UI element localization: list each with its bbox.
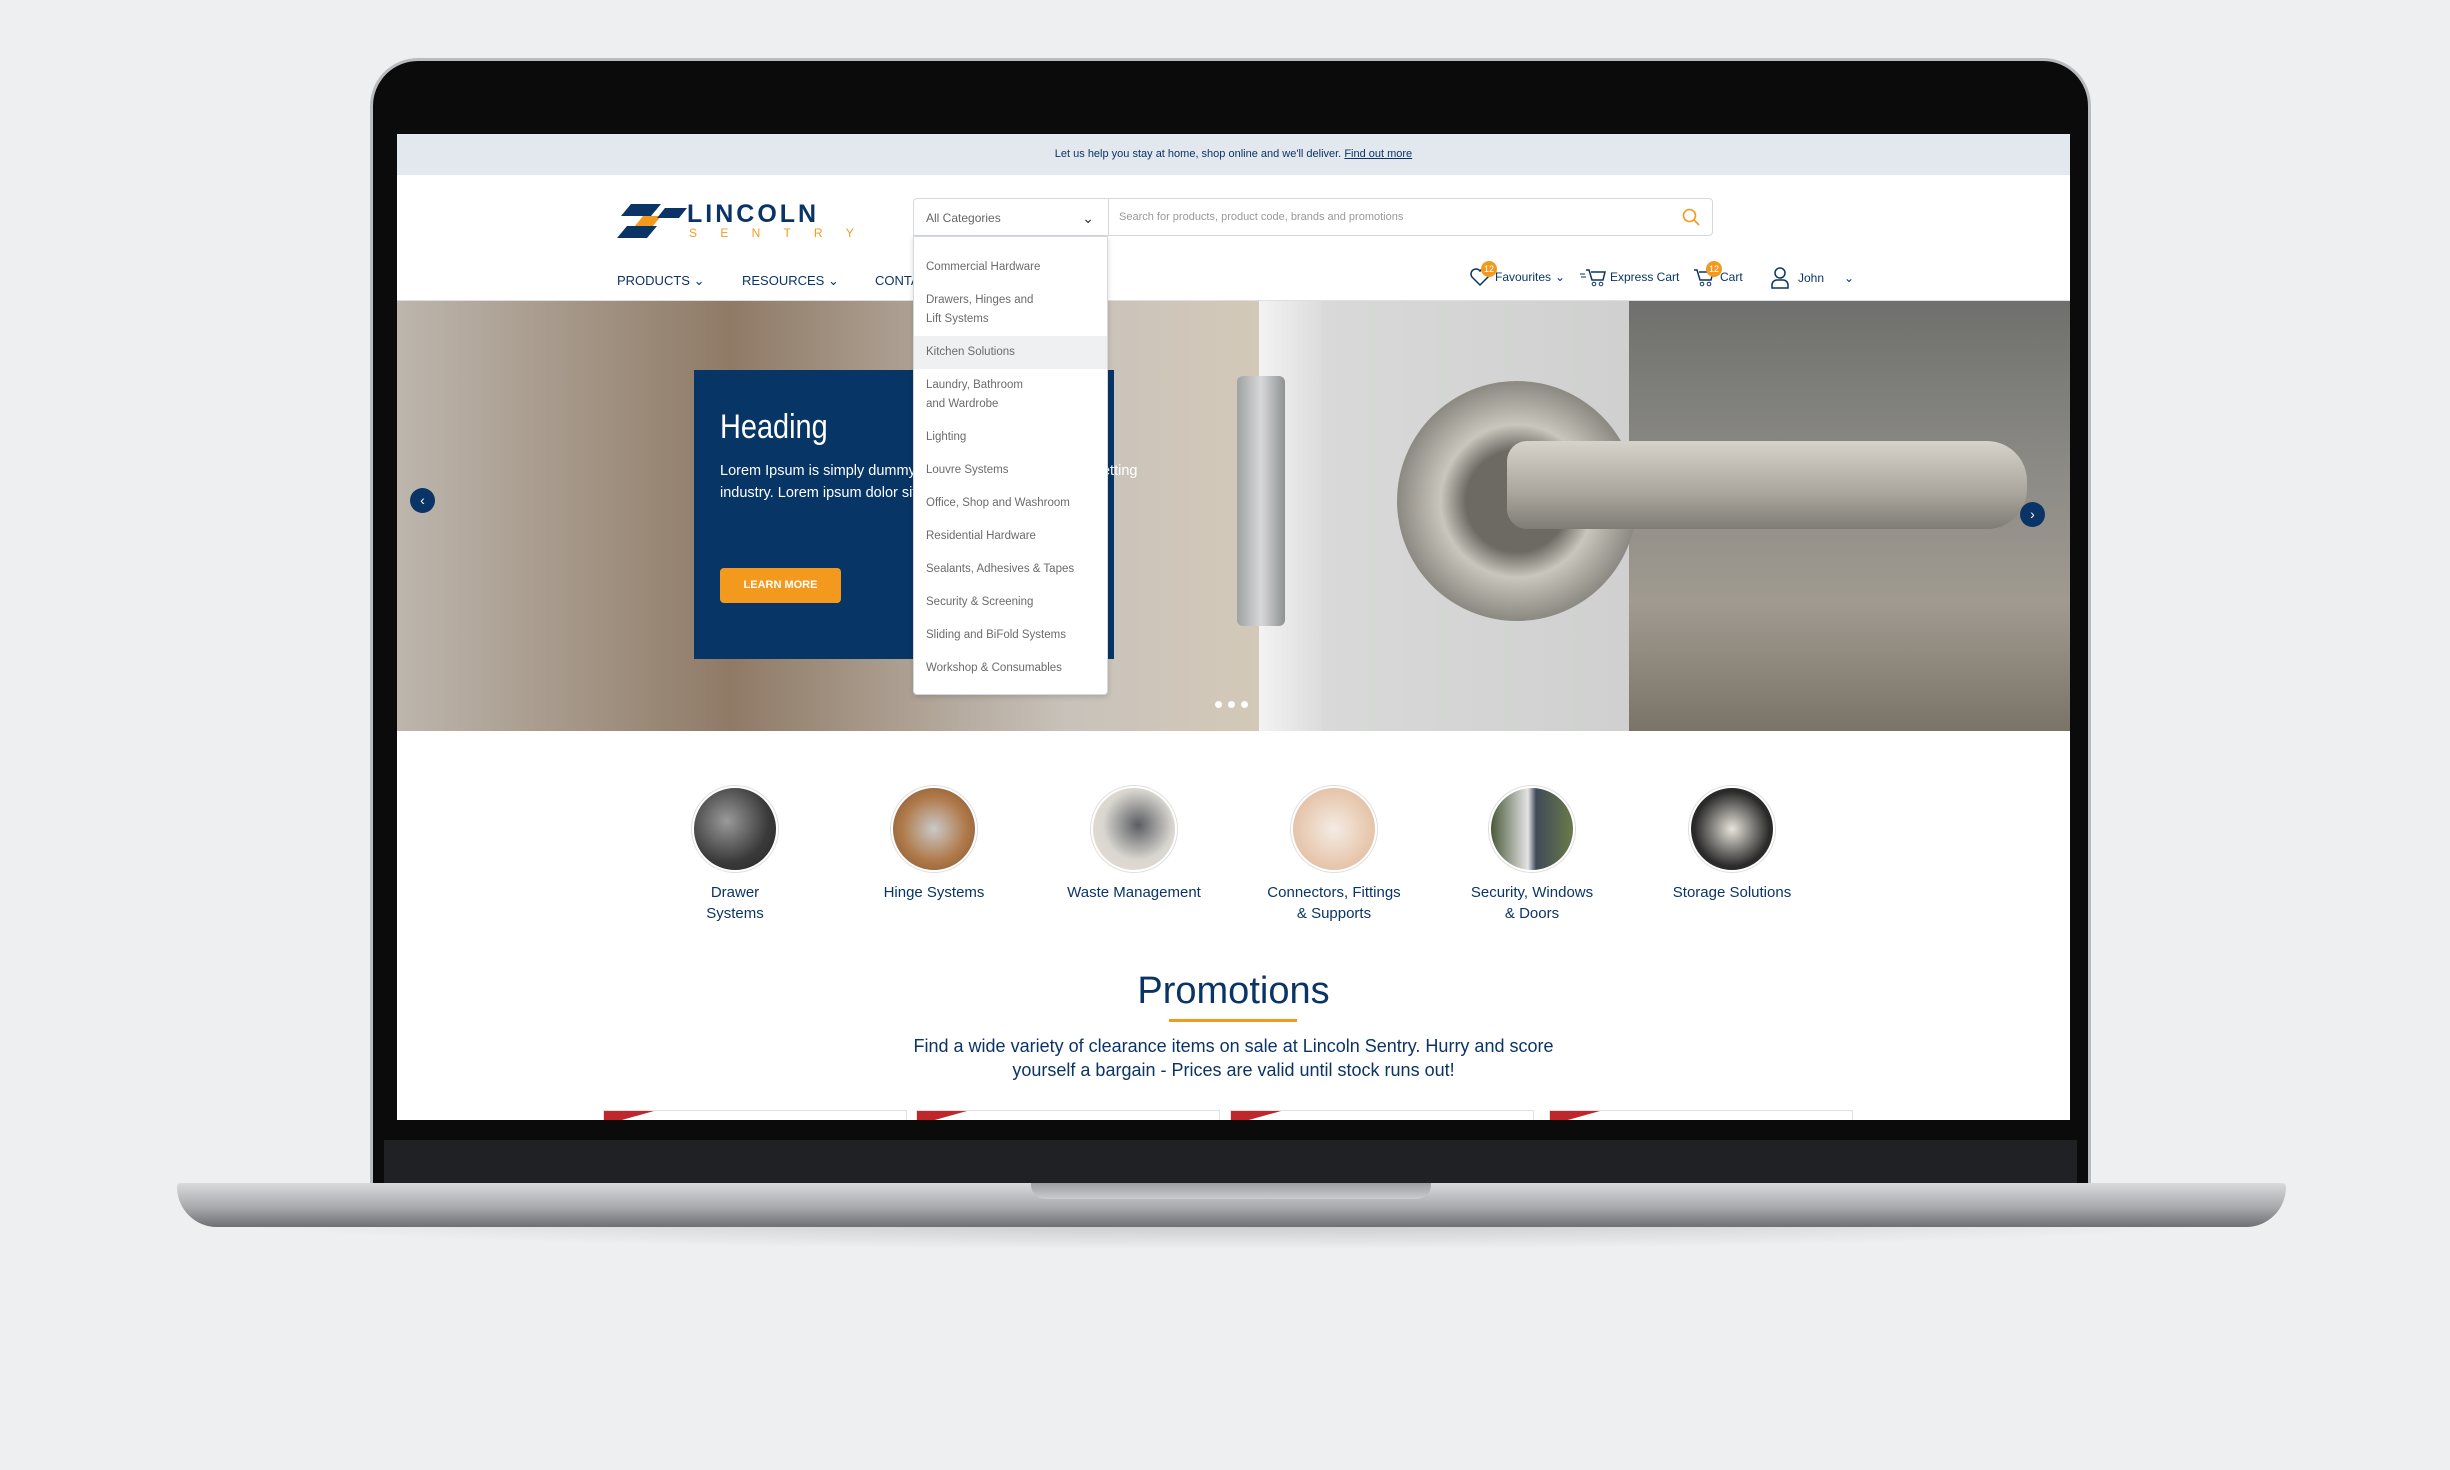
favourites-button[interactable]: 12 Favourites ⌄ — [1469, 261, 1566, 287]
heart-icon: 12 — [1469, 261, 1497, 287]
category-label: Waste Management — [1067, 884, 1201, 901]
category-label-line2: & Doors — [1504, 905, 1560, 922]
cart-icon: 12 — [1694, 261, 1722, 287]
chevron-down-icon: ⌄ — [827, 273, 839, 288]
express-cart-button[interactable]: Express Cart — [1580, 267, 1679, 287]
category-label: Security, Windows — [1470, 884, 1594, 901]
sale-tag — [1550, 1111, 1600, 1120]
promo-card[interactable] — [1230, 1110, 1534, 1120]
website-screen: Let us help you stay at home, shop onlin… — [397, 134, 2070, 1120]
announcement-bar: Let us help you stay at home, shop onlin… — [397, 134, 2070, 175]
logo-mark-icon — [617, 204, 687, 238]
dropdown-item[interactable]: Lighting — [914, 421, 1107, 454]
logo-subtext: S E N T R Y — [689, 226, 864, 240]
chevron-down-icon: ⌄ — [1082, 210, 1094, 226]
laptop-notch — [1031, 1183, 1431, 1199]
chevron-left-icon: ‹ — [420, 492, 425, 508]
promotions-subtitle: Find a wide variety of clearance items o… — [913, 1036, 1554, 1080]
category-hinge-systems[interactable]: Hinge Systems — [834, 786, 1034, 903]
sale-tag — [917, 1111, 967, 1120]
category-connectors-fittings-supports[interactable]: Connectors, Fittings & Supports — [1234, 786, 1434, 924]
nav-products[interactable]: PRODUCTS ⌄ — [617, 273, 704, 289]
category-image — [1291, 786, 1377, 872]
promo-card[interactable] — [1549, 1110, 1853, 1120]
user-menu[interactable]: John ⌄ — [1770, 267, 1854, 289]
category-label: Storage Solutions — [1672, 884, 1792, 901]
learn-more-button[interactable]: LEARN MORE — [720, 568, 841, 603]
search-input[interactable]: Search for products, product code, brand… — [1108, 198, 1713, 236]
hero-image-lever — [1507, 441, 2027, 529]
dropdown-item[interactable]: Sliding and BiFold Systems — [914, 619, 1107, 652]
hero-image-latch — [1237, 376, 1285, 626]
category-storage-solutions[interactable]: Storage Solutions — [1632, 786, 1832, 903]
promotions-title: Promotions — [1137, 970, 1330, 1012]
nav-products-label: PRODUCTS — [617, 273, 690, 288]
search-icon[interactable] — [1682, 208, 1700, 226]
category-label-line2: Systems — [706, 905, 764, 922]
carousel-dot[interactable] — [1228, 701, 1235, 708]
announcement-text: Let us help you stay at home, shop onlin… — [1054, 148, 1342, 160]
dropdown-item[interactable]: Kitchen Solutions — [914, 336, 1107, 369]
carousel-next-button[interactable]: › — [2020, 502, 2045, 527]
carousel-dots — [1215, 701, 1248, 708]
promo-card[interactable] — [916, 1110, 1220, 1120]
chevron-down-icon: ⌄ — [693, 273, 705, 288]
lincoln-sentry-logo[interactable]: LINCOLN S E N T R Y — [617, 200, 854, 240]
category-security-windows-doors[interactable]: Security, Windows & Doors — [1432, 786, 1632, 924]
category-image — [1489, 786, 1575, 872]
carousel-dot[interactable] — [1215, 701, 1222, 708]
dropdown-item[interactable]: Laundry, Bathroom and Wardrobe — [914, 369, 1054, 421]
express-cart-label: Express Cart — [1610, 270, 1680, 284]
promo-card[interactable] — [603, 1110, 907, 1120]
favourites-badge: 12 — [1481, 261, 1497, 277]
category-drawer-systems[interactable]: Drawer Systems — [635, 786, 835, 924]
sale-tag — [1231, 1111, 1281, 1120]
chevron-down-icon: ⌄ — [1844, 271, 1855, 285]
promotions-underline — [1169, 1019, 1297, 1022]
category-label: Hinge Systems — [883, 884, 985, 901]
category-image — [1689, 786, 1775, 872]
hero-heading: Heading — [720, 408, 828, 446]
user-icon — [1771, 267, 1789, 289]
category-waste-management[interactable]: Waste Management — [1034, 786, 1234, 903]
category-label: Connectors, Fittings — [1267, 884, 1401, 901]
laptop-chin — [384, 1140, 2077, 1184]
category-label: Drawer — [710, 884, 760, 901]
carousel-prev-button[interactable]: ‹ — [410, 488, 435, 513]
user-name: John — [1798, 271, 1825, 285]
category-image — [692, 786, 778, 872]
dropdown-item[interactable]: Workshop & Consumables — [914, 652, 1107, 685]
nav-resources-label: RESOURCES — [742, 273, 825, 288]
category-select[interactable]: All Categories ⌄ — [913, 198, 1108, 236]
category-select-value: All Categories — [926, 211, 1001, 225]
site-header: LINCOLN S E N T R Y All Categories ⌄ Sea… — [397, 175, 2070, 301]
nav-resources[interactable]: RESOURCES ⌄ — [742, 273, 839, 289]
cart-label: Cart — [1720, 270, 1743, 284]
sale-tag — [604, 1111, 654, 1120]
dropdown-item[interactable]: Drawers, Hinges and Lift Systems — [914, 284, 1054, 336]
search-placeholder: Search for products, product code, brand… — [1119, 211, 1404, 223]
dropdown-item[interactable]: Sealants, Adhesives & Tapes — [914, 553, 1107, 586]
cart-button[interactable]: 12 Cart — [1694, 261, 1743, 287]
carousel-dot[interactable] — [1241, 701, 1248, 708]
dropdown-item[interactable]: Residential Hardware — [914, 520, 1107, 553]
favourites-label: Favourites — [1495, 270, 1552, 284]
category-dropdown: Commercial Hardware Drawers, Hinges and L… — [913, 236, 1108, 695]
category-image — [891, 786, 977, 872]
cart-badge: 12 — [1706, 261, 1722, 277]
logo-text: LINCOLN — [687, 200, 820, 228]
hero-carousel: Heading Lorem Ipsum is simply dummy text… — [397, 301, 2070, 731]
chevron-down-icon: ⌄ — [1555, 270, 1566, 284]
dropdown-item[interactable]: Security & Screening — [914, 586, 1107, 619]
chevron-right-icon: › — [2030, 506, 2035, 522]
dropdown-item[interactable]: Louvre Systems — [914, 454, 1107, 487]
dropdown-item[interactable]: Commercial Hardware — [914, 251, 1107, 284]
find-out-more-link[interactable]: Find out more — [1344, 148, 1412, 160]
express-cart-icon — [1580, 269, 1606, 287]
dropdown-item[interactable]: Office, Shop and Washroom — [914, 487, 1107, 520]
category-label-line2: & Supports — [1296, 905, 1372, 922]
category-image — [1091, 786, 1177, 872]
